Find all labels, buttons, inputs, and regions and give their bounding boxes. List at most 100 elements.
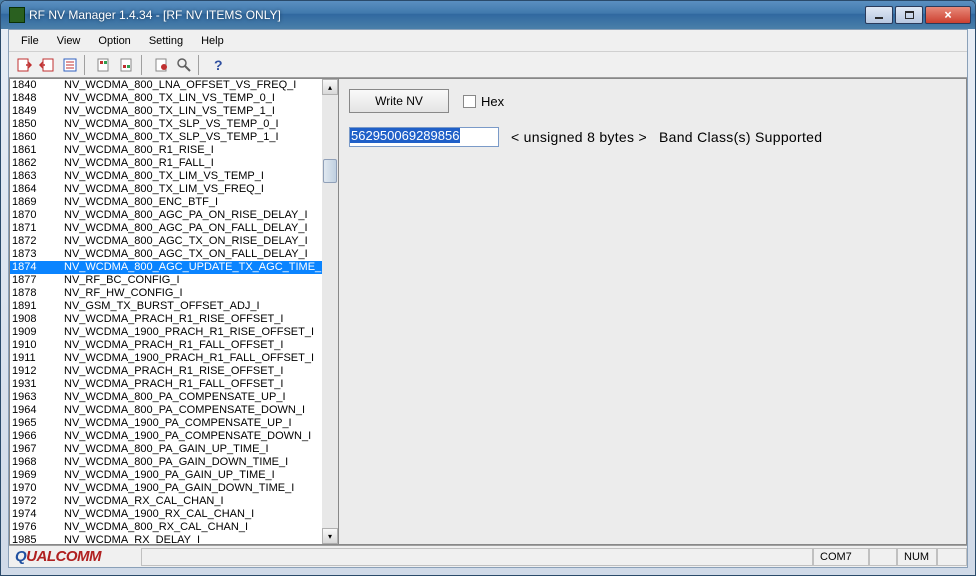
nv-row[interactable]: 1972NV_WCDMA_RX_CAL_CHAN_I [10, 495, 322, 508]
status-main [141, 548, 813, 566]
menu-view[interactable]: View [48, 32, 90, 50]
menu-setting[interactable]: Setting [140, 32, 192, 50]
hex-checkbox-label[interactable]: Hex [463, 94, 504, 109]
svg-text:?: ? [214, 57, 223, 73]
nv-id: 1972 [10, 495, 64, 508]
nv-id: 1849 [10, 105, 64, 118]
nv-row[interactable]: 1840NV_WCDMA_800_LNA_OFFSET_VS_FREQ_I [10, 79, 322, 92]
nv-id: 1963 [10, 391, 64, 404]
nv-row[interactable]: 1968NV_WCDMA_800_PA_GAIN_DOWN_TIME_I [10, 456, 322, 469]
hex-checkbox[interactable] [463, 95, 476, 108]
scroll-thumb[interactable] [323, 159, 337, 183]
nv-row[interactable]: 1912NV_WCDMA_PRACH_R1_RISE_OFFSET_I [10, 365, 322, 378]
nv-id: 1965 [10, 417, 64, 430]
nv-row[interactable]: 1849NV_WCDMA_800_TX_LIN_VS_TEMP_1_I [10, 105, 322, 118]
nv-name: NV_WCDMA_1900_PA_GAIN_UP_TIME_I [64, 469, 322, 482]
nv-row[interactable]: 1974NV_WCDMA_1900_RX_CAL_CHAN_I [10, 508, 322, 521]
nv-name: NV_WCDMA_800_TX_LIM_VS_FREQ_I [64, 183, 322, 196]
nv-row[interactable]: 1877NV_RF_BC_CONFIG_I [10, 274, 322, 287]
app-icon [9, 7, 25, 23]
toolbar-read-icon[interactable] [13, 54, 35, 76]
nv-row[interactable]: 1874NV_WCDMA_800_AGC_UPDATE_TX_AGC_TIME_… [10, 261, 322, 274]
nv-name: NV_WCDMA_RX_CAL_CHAN_I [64, 495, 322, 508]
nv-row[interactable]: 1969NV_WCDMA_1900_PA_GAIN_UP_TIME_I [10, 469, 322, 482]
close-button[interactable]: × [925, 6, 971, 24]
nv-name: NV_WCDMA_800_PA_GAIN_DOWN_TIME_I [64, 456, 322, 469]
nv-row[interactable]: 1878NV_RF_HW_CONFIG_I [10, 287, 322, 300]
nv-row[interactable]: 1870NV_WCDMA_800_AGC_PA_ON_RISE_DELAY_I [10, 209, 322, 222]
toolbar-list-icon[interactable] [59, 54, 81, 76]
nv-row[interactable]: 1985NV_WCDMA_RX_DELAY_I [10, 534, 322, 544]
nv-row[interactable]: 1861NV_WCDMA_800_R1_RISE_I [10, 144, 322, 157]
nv-row[interactable]: 1863NV_WCDMA_800_TX_LIM_VS_TEMP_I [10, 170, 322, 183]
write-nv-button[interactable]: Write NV [349, 89, 449, 113]
nv-name: NV_WCDMA_800_TX_SLP_VS_TEMP_1_I [64, 131, 322, 144]
nv-row[interactable]: 1970NV_WCDMA_1900_PA_GAIN_DOWN_TIME_I [10, 482, 322, 495]
nv-name: NV_WCDMA_800_TX_SLP_VS_TEMP_0_I [64, 118, 322, 131]
nv-name: NV_WCDMA_800_AGC_TX_ON_FALL_DELAY_I [64, 248, 322, 261]
minimize-button[interactable] [865, 6, 893, 24]
nv-row[interactable]: 1872NV_WCDMA_800_AGC_TX_ON_RISE_DELAY_I [10, 235, 322, 248]
nv-row[interactable]: 1848NV_WCDMA_800_TX_LIN_VS_TEMP_0_I [10, 92, 322, 105]
nv-id: 1891 [10, 300, 64, 313]
nv-row[interactable]: 1908NV_WCDMA_PRACH_R1_RISE_OFFSET_I [10, 313, 322, 326]
nv-list[interactable]: 1840NV_WCDMA_800_LNA_OFFSET_VS_FREQ_I184… [10, 79, 322, 544]
nv-name: NV_WCDMA_800_AGC_PA_ON_RISE_DELAY_I [64, 209, 322, 222]
nv-name: NV_WCDMA_800_TX_LIN_VS_TEMP_1_I [64, 105, 322, 118]
nv-id: 1911 [10, 352, 64, 365]
nv-row[interactable]: 1871NV_WCDMA_800_AGC_PA_ON_FALL_DELAY_I [10, 222, 322, 235]
toolbar-doc-icon[interactable] [150, 54, 172, 76]
nv-row[interactable]: 1850NV_WCDMA_800_TX_SLP_VS_TEMP_0_I [10, 118, 322, 131]
nv-row[interactable]: 1966NV_WCDMA_1900_PA_COMPENSATE_DOWN_I [10, 430, 322, 443]
scroll-down-arrow[interactable]: ▾ [322, 528, 338, 544]
window-title: RF NV Manager 1.4.34 - [RF NV ITEMS ONLY… [29, 8, 865, 22]
nv-id: 1968 [10, 456, 64, 469]
nv-row[interactable]: 1862NV_WCDMA_800_R1_FALL_I [10, 157, 322, 170]
nv-name: NV_WCDMA_800_LNA_OFFSET_VS_FREQ_I [64, 79, 322, 92]
nv-name: NV_WCDMA_1900_PA_COMPENSATE_UP_I [64, 417, 322, 430]
nv-row[interactable]: 1965NV_WCDMA_1900_PA_COMPENSATE_UP_I [10, 417, 322, 430]
toolbar-help-icon[interactable]: ? [207, 54, 229, 76]
hex-text: Hex [481, 94, 504, 109]
nv-name: NV_WCDMA_800_ENC_BTF_I [64, 196, 322, 209]
maximize-button[interactable] [895, 6, 923, 24]
nv-row[interactable]: 1976NV_WCDMA_800_RX_CAL_CHAN_I [10, 521, 322, 534]
nv-row[interactable]: 1891NV_GSM_TX_BURST_OFFSET_ADJ_I [10, 300, 322, 313]
nv-id: 1863 [10, 170, 64, 183]
nv-id: 1871 [10, 222, 64, 235]
nv-name: NV_WCDMA_1900_PA_COMPENSATE_DOWN_I [64, 430, 322, 443]
toolbar-config2-icon[interactable] [116, 54, 138, 76]
nv-name: NV_WCDMA_800_TX_LIM_VS_TEMP_I [64, 170, 322, 183]
nv-row[interactable]: 1910NV_WCDMA_PRACH_R1_FALL_OFFSET_I [10, 339, 322, 352]
scroll-up-arrow[interactable]: ▴ [322, 79, 338, 95]
nv-row[interactable]: 1964NV_WCDMA_800_PA_COMPENSATE_DOWN_I [10, 404, 322, 417]
nv-id: 1861 [10, 144, 64, 157]
nv-row[interactable]: 1869NV_WCDMA_800_ENC_BTF_I [10, 196, 322, 209]
nv-row[interactable]: 1909NV_WCDMA_1900_PRACH_R1_RISE_OFFSET_I [10, 326, 322, 339]
nv-row[interactable]: 1963NV_WCDMA_800_PA_COMPENSATE_UP_I [10, 391, 322, 404]
nv-row[interactable]: 1873NV_WCDMA_800_AGC_TX_ON_FALL_DELAY_I [10, 248, 322, 261]
toolbar-search-icon[interactable] [173, 54, 195, 76]
nv-name: NV_WCDMA_800_PA_COMPENSATE_UP_I [64, 391, 322, 404]
nv-row[interactable]: 1860NV_WCDMA_800_TX_SLP_VS_TEMP_1_I [10, 131, 322, 144]
nv-name: NV_WCDMA_800_PA_GAIN_UP_TIME_I [64, 443, 322, 456]
nv-name: NV_WCDMA_PRACH_R1_FALL_OFFSET_I [64, 339, 322, 352]
value-input[interactable]: 562950069289856 [349, 127, 499, 147]
nv-name: NV_WCDMA_PRACH_R1_RISE_OFFSET_I [64, 313, 322, 326]
nv-id: 1862 [10, 157, 64, 170]
scrollbar-vertical[interactable]: ▴ ▾ [322, 79, 338, 544]
nv-name: NV_WCDMA_PRACH_R1_FALL_OFFSET_I [64, 378, 322, 391]
nv-row[interactable]: 1967NV_WCDMA_800_PA_GAIN_UP_TIME_I [10, 443, 322, 456]
toolbar-write-icon[interactable] [36, 54, 58, 76]
menu-file[interactable]: File [12, 32, 48, 50]
nv-row[interactable]: 1864NV_WCDMA_800_TX_LIM_VS_FREQ_I [10, 183, 322, 196]
toolbar-config1-icon[interactable] [93, 54, 115, 76]
menu-help[interactable]: Help [192, 32, 233, 50]
nv-row[interactable]: 1911NV_WCDMA_1900_PRACH_R1_FALL_OFFSET_I [10, 352, 322, 365]
nv-id: 1974 [10, 508, 64, 521]
nv-row[interactable]: 1931NV_WCDMA_PRACH_R1_FALL_OFFSET_I [10, 378, 322, 391]
nv-name: NV_WCDMA_RX_DELAY_I [64, 534, 322, 544]
menu-option[interactable]: Option [89, 32, 139, 50]
nv-id: 1848 [10, 92, 64, 105]
toolbar: ? [9, 52, 967, 78]
